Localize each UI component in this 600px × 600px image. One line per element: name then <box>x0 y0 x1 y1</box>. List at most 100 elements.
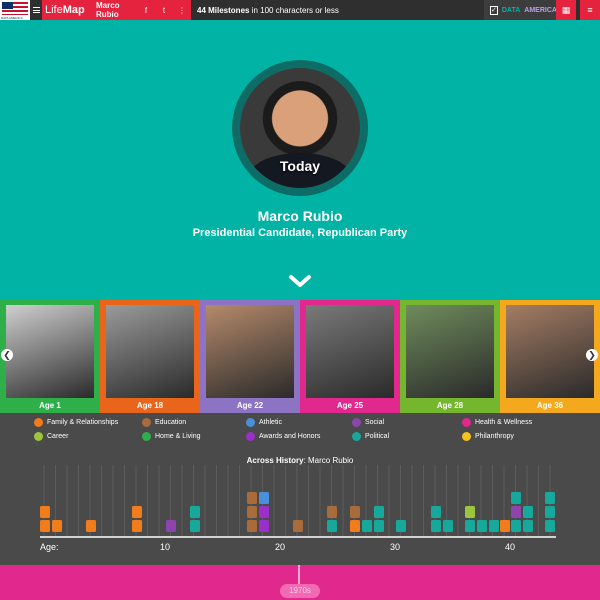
milestone-marker[interactable] <box>40 520 50 532</box>
family-icon <box>34 418 43 427</box>
milestone-marker[interactable] <box>132 520 142 532</box>
legend-label: Education <box>155 419 187 426</box>
legend-item[interactable]: Education <box>142 418 186 427</box>
career-icon <box>34 432 43 441</box>
milestone-marker[interactable] <box>247 520 257 532</box>
data-america-toggle[interactable]: ✓ DATA AMERICA <box>484 0 557 20</box>
milestone-marker[interactable] <box>247 492 257 504</box>
data-america-logo[interactable]: DATA AMERICA <box>0 0 30 20</box>
legend-item[interactable]: Health & Wellness <box>462 418 532 427</box>
legend-label: Career <box>47 433 69 440</box>
hero-title: Presidential Candidate, Republican Party <box>192 227 408 239</box>
legend-item[interactable]: Home & Living <box>142 432 201 441</box>
milestone-marker[interactable] <box>52 520 62 532</box>
milestone-marker[interactable] <box>350 506 360 518</box>
milestone-marker[interactable] <box>443 520 453 532</box>
milestone-marker[interactable] <box>465 520 475 532</box>
milestone-marker[interactable] <box>40 506 50 518</box>
milestone-marker[interactable] <box>362 520 372 532</box>
philanthropy-icon <box>462 432 471 441</box>
milestone-marker[interactable] <box>327 506 337 518</box>
milestone-marker[interactable] <box>350 520 360 532</box>
award-icon <box>246 432 255 441</box>
milestone-marker[interactable] <box>190 520 200 532</box>
legend-item[interactable]: Awards and Honors <box>246 432 320 441</box>
milestone-marker[interactable] <box>259 520 269 532</box>
legend-item[interactable]: Career <box>34 432 68 441</box>
strip-next-button[interactable]: ❯ <box>586 349 598 361</box>
milestone-marker[interactable] <box>545 492 555 504</box>
political-icon <box>352 432 361 441</box>
milestone-marker[interactable] <box>511 520 521 532</box>
decade-label[interactable]: 1970s <box>280 584 320 598</box>
milestone-marker[interactable] <box>511 506 521 518</box>
age-photo <box>406 305 494 398</box>
age-photo <box>206 305 294 398</box>
grid-view-button[interactable]: ▦ <box>556 0 576 20</box>
age-card[interactable]: Age 1 <box>0 300 100 413</box>
milestone-marker[interactable] <box>293 520 303 532</box>
age-axis-label: Age: <box>40 542 59 552</box>
legend-item[interactable]: Philanthropy <box>462 432 514 441</box>
milestone-marker[interactable] <box>259 506 269 518</box>
facebook-icon[interactable]: f <box>137 6 155 15</box>
age-label: Age 36 <box>536 401 564 410</box>
milestone-marker[interactable] <box>523 506 533 518</box>
legend-item[interactable]: Political <box>352 432 389 441</box>
menu-button[interactable] <box>30 0 42 20</box>
legend-item[interactable]: Athletic <box>246 418 282 427</box>
milestone-marker[interactable] <box>465 506 475 518</box>
milestone-marker[interactable] <box>86 520 96 532</box>
milestone-marker[interactable] <box>489 520 499 532</box>
age-card[interactable]: Age 25 <box>300 300 400 413</box>
age-label: Age 28 <box>436 401 464 410</box>
strip-prev-button[interactable]: ❮ <box>1 349 13 361</box>
timeline-heading-rest: : Marco Rubio <box>303 456 354 465</box>
milestone-marker[interactable] <box>523 520 533 532</box>
education-icon <box>142 418 151 427</box>
twitter-icon[interactable]: t <box>155 6 173 15</box>
timeline-heading: Across History: Marco Rubio <box>0 456 600 465</box>
america-word: AMERICA <box>524 6 557 14</box>
milestone-marker[interactable] <box>431 506 441 518</box>
milestone-marker[interactable] <box>396 520 406 532</box>
more-icon[interactable]: ⋮ <box>173 6 191 15</box>
social-links: f t ⋮ <box>137 0 191 20</box>
milestone-marker[interactable] <box>374 520 384 532</box>
photo-strip: Age 1 Age 18 Age 22 Age 25 Age 28 Age 36 <box>0 300 600 413</box>
brand-bold: Map <box>62 4 85 16</box>
milestone-marker[interactable] <box>374 506 384 518</box>
lifemap-logo[interactable]: Life Map <box>42 0 92 20</box>
legend-item[interactable]: Social <box>352 418 384 427</box>
milestone-marker[interactable] <box>259 492 269 504</box>
age-card[interactable]: Age 22 <box>200 300 300 413</box>
milestone-marker[interactable] <box>431 520 441 532</box>
athletic-icon <box>246 418 255 427</box>
milestone-marker[interactable] <box>500 520 510 532</box>
age-card[interactable]: Age 36 <box>500 300 600 413</box>
flag-caption: DATA AMERICA <box>1 16 23 20</box>
milestone-marker[interactable] <box>190 506 200 518</box>
list-view-button[interactable]: ≡ <box>580 0 600 20</box>
milestone-marker[interactable] <box>247 506 257 518</box>
legend-label: Athletic <box>259 419 282 426</box>
milestone-marker[interactable] <box>545 506 555 518</box>
age-tick-label: 30 <box>390 542 400 552</box>
milestones-suffix: in 100 characters or less <box>249 5 339 15</box>
checkbox-icon[interactable]: ✓ <box>490 5 498 15</box>
age-label: Age 25 <box>336 401 364 410</box>
milestone-marker[interactable] <box>327 520 337 532</box>
milestone-marker[interactable] <box>545 520 555 532</box>
legend-item[interactable]: Family & Relationships <box>34 418 118 427</box>
brand-light: Life <box>45 4 63 16</box>
legend-label: Family & Relationships <box>47 419 119 426</box>
age-label: Age 18 <box>136 401 164 410</box>
age-card[interactable]: Age 28 <box>400 300 500 413</box>
age-card[interactable]: Age 18 <box>100 300 200 413</box>
milestone-marker[interactable] <box>166 520 176 532</box>
chevron-down-icon[interactable] <box>288 274 312 288</box>
milestone-marker[interactable] <box>511 492 521 504</box>
data-word: DATA <box>501 6 521 14</box>
milestone-marker[interactable] <box>477 520 487 532</box>
milestone-marker[interactable] <box>132 506 142 518</box>
